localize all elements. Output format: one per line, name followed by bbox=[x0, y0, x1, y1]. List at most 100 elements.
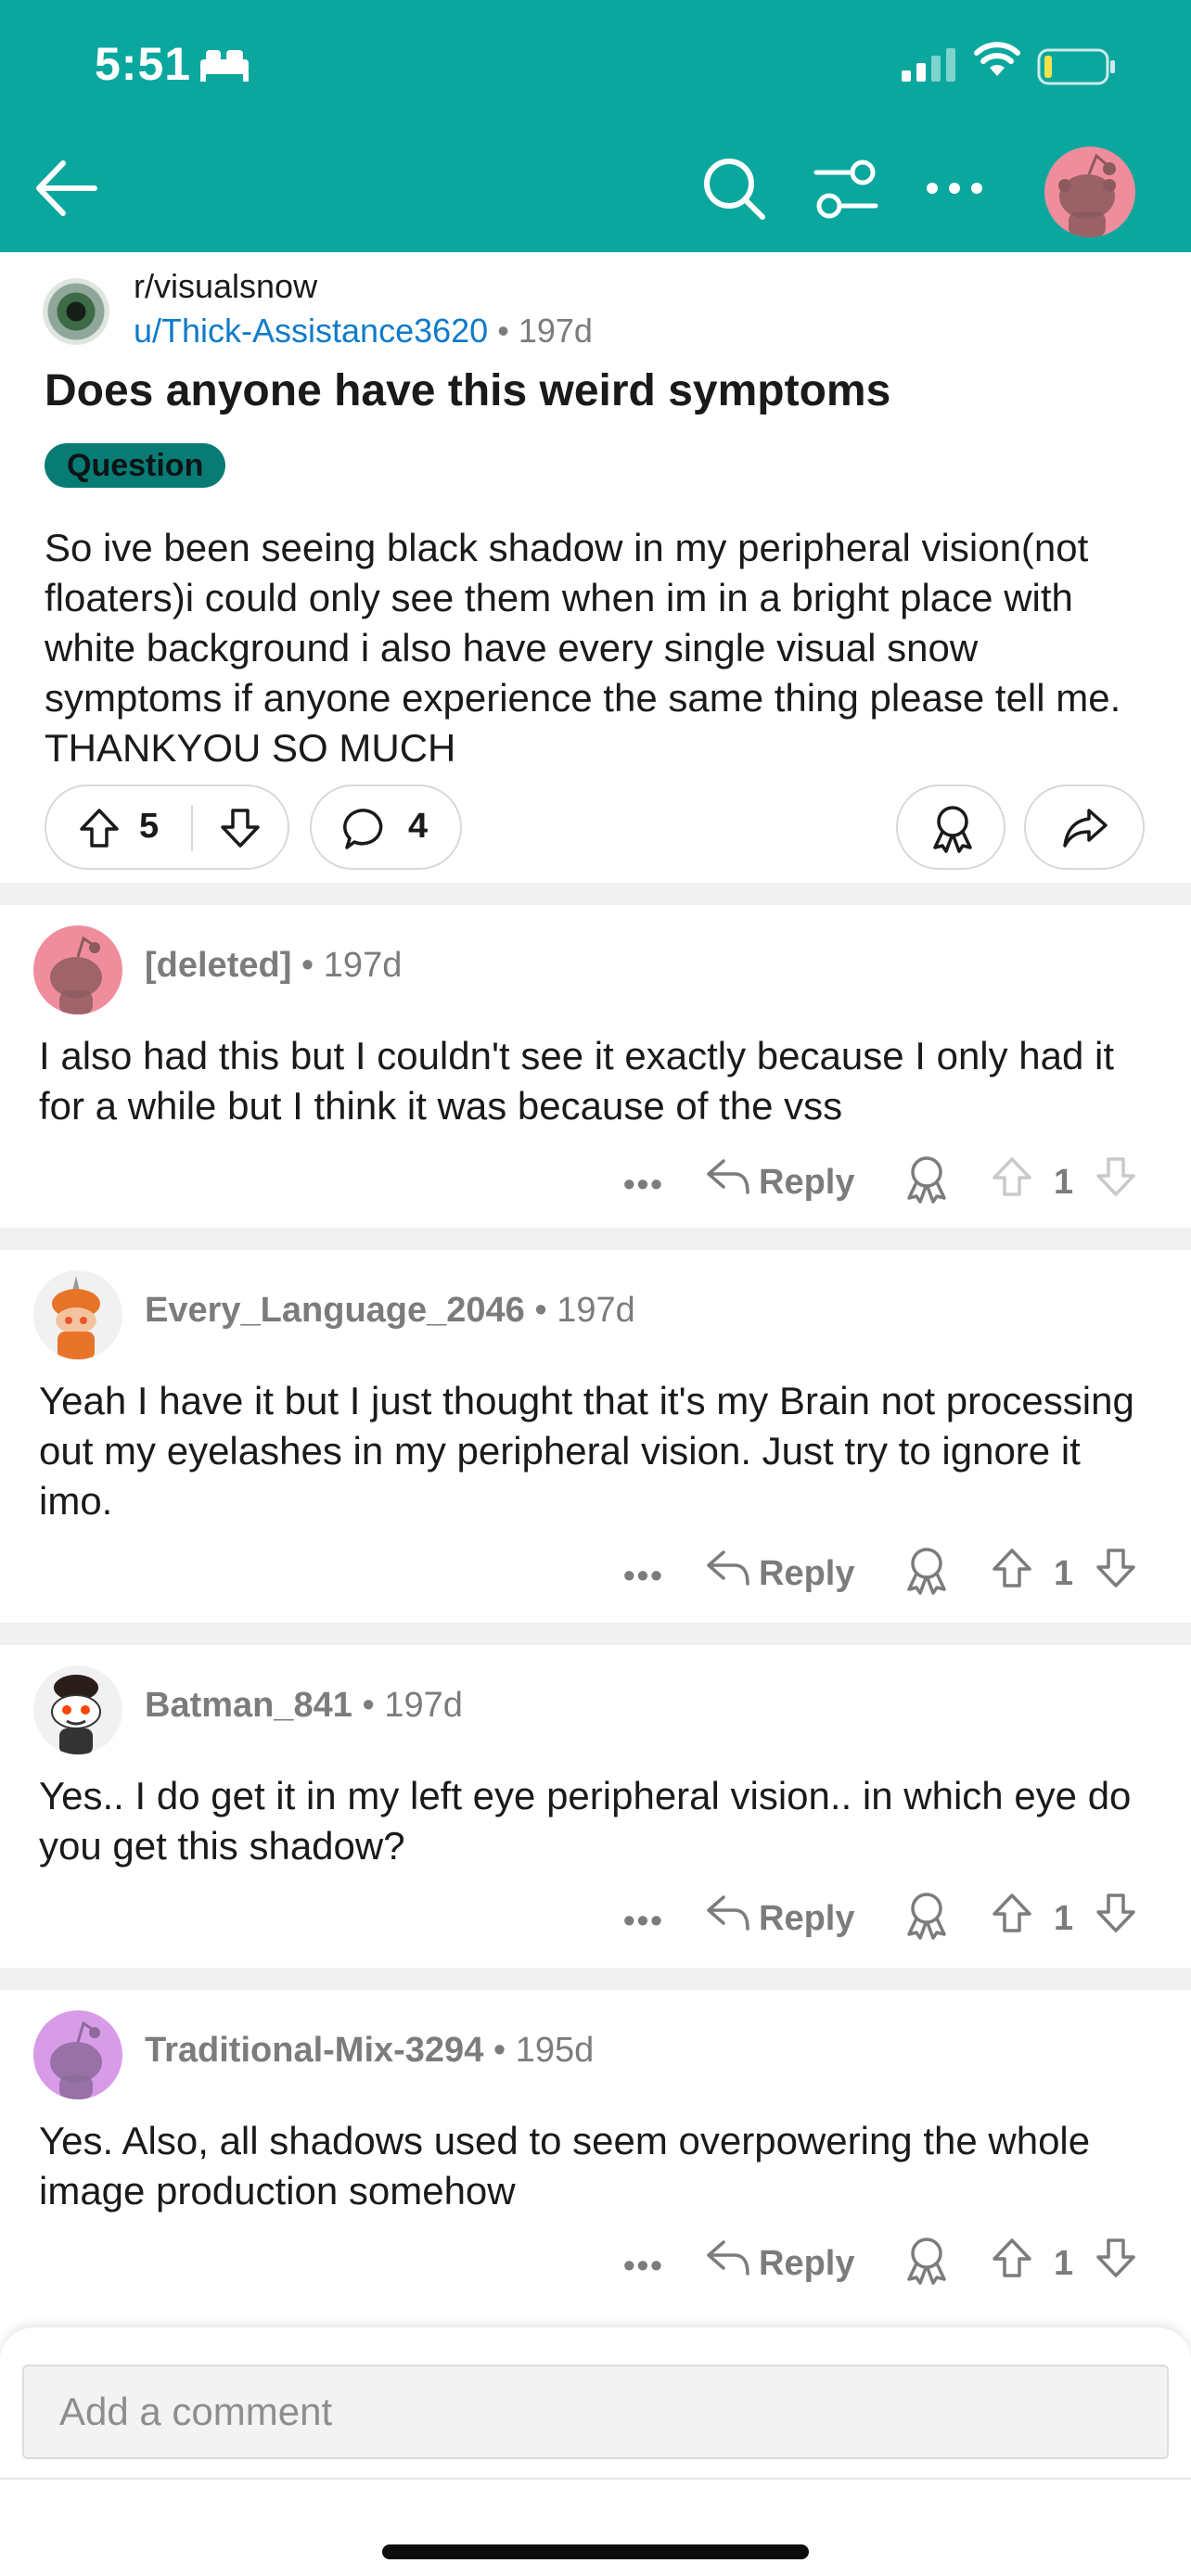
comment-body: Yes. Also, all shadows used to seem over… bbox=[39, 2119, 1091, 2213]
downvote-icon[interactable] bbox=[1095, 1892, 1137, 1934]
comment-body: Yes.. I do get it in my left eye periphe… bbox=[39, 1774, 1132, 1868]
comment: Traditional-Mix-3294 • 195d Yes. Also, a… bbox=[0, 1990, 1191, 2327]
comment-body: I also had this but I couldn't see it ex… bbox=[39, 1034, 1115, 1128]
reply-icon[interactable] bbox=[705, 1547, 751, 1589]
comment-actions: ••• Reply 1 bbox=[623, 1547, 1143, 1602]
comment-author[interactable]: Every_Language_2046 bbox=[145, 1291, 525, 1330]
comment-actions: ••• Reply 1 bbox=[623, 1892, 1143, 1947]
post-award-button[interactable] bbox=[896, 784, 1005, 870]
comment-age: 197d bbox=[557, 1291, 635, 1330]
post-title: Does anyone have this weird symptoms bbox=[45, 366, 891, 415]
reply-icon[interactable] bbox=[705, 1155, 751, 1198]
upvote-icon[interactable] bbox=[991, 1892, 1033, 1934]
post-card: r/visualsnow u/Thick-Assistance3620 • 19… bbox=[0, 252, 1191, 883]
sleep-mode-icon bbox=[200, 50, 249, 82]
more-icon[interactable] bbox=[924, 178, 985, 198]
comment-avatar[interactable] bbox=[33, 1665, 122, 1754]
comment-body: Yeah I have it but I just thought that i… bbox=[39, 1379, 1134, 1523]
comment-actions: ••• Reply 1 bbox=[623, 2237, 1143, 2292]
more-options-button[interactable]: ••• bbox=[623, 1901, 664, 1940]
home-indicator[interactable] bbox=[382, 2544, 809, 2559]
comment-meta: [deleted] • 197d bbox=[145, 946, 402, 986]
back-arrow-icon[interactable] bbox=[33, 158, 98, 219]
comment-score: 1 bbox=[1054, 1163, 1074, 1202]
top-bar: 5:51 bbox=[0, 0, 1191, 252]
downvote-icon[interactable] bbox=[1095, 1155, 1137, 1198]
upvote-icon[interactable] bbox=[991, 2237, 1033, 2279]
upvote-icon[interactable] bbox=[991, 1547, 1033, 1589]
post-comment-count: 4 bbox=[408, 807, 429, 846]
add-comment-input[interactable]: Add a comment bbox=[22, 2365, 1169, 2459]
post-share-button[interactable] bbox=[1024, 784, 1145, 870]
subreddit-avatar[interactable] bbox=[43, 278, 109, 345]
comment-age: 197d bbox=[323, 946, 403, 985]
post-vote-control: 5 bbox=[45, 784, 289, 870]
comment-avatar[interactable] bbox=[33, 2010, 122, 2099]
comment-actions: ••• Reply 1 bbox=[623, 1155, 1143, 1211]
reply-icon[interactable] bbox=[705, 1892, 751, 1934]
comment-author[interactable]: Batman_841 bbox=[145, 1686, 352, 1725]
comment-age: 195d bbox=[515, 2031, 595, 2070]
comment-meta: Batman_841 • 197d bbox=[145, 1686, 463, 1726]
section-divider bbox=[0, 1623, 1191, 1645]
separator-dot: • bbox=[534, 1291, 547, 1330]
vote-divider bbox=[191, 805, 193, 851]
search-icon[interactable] bbox=[701, 156, 768, 223]
comment-score: 1 bbox=[1054, 2244, 1074, 2283]
snoo-avatar-icon bbox=[52, 1276, 100, 1359]
comment-avatar[interactable] bbox=[33, 1270, 122, 1359]
post-flair[interactable]: Question bbox=[45, 443, 226, 488]
status-time: 5:51 bbox=[95, 38, 192, 90]
award-icon[interactable] bbox=[903, 1155, 950, 1204]
composer-divider bbox=[0, 2478, 1191, 2480]
post-body: So ive been seeing black shadow in my pe… bbox=[45, 526, 1121, 770]
post-score: 5 bbox=[139, 807, 160, 846]
user-avatar[interactable] bbox=[1044, 147, 1135, 237]
separator-dot: • bbox=[301, 946, 314, 985]
filter-icon[interactable] bbox=[813, 159, 879, 221]
comment-composer-bar: Add a comment bbox=[0, 2327, 1191, 2576]
downvote-icon[interactable] bbox=[219, 807, 262, 849]
award-icon[interactable] bbox=[903, 1547, 950, 1595]
award-icon[interactable] bbox=[903, 1892, 950, 1940]
reply-icon[interactable] bbox=[705, 2237, 751, 2279]
section-divider bbox=[0, 883, 1191, 905]
reply-button[interactable]: Reply bbox=[759, 1163, 854, 1203]
more-options-button[interactable]: ••• bbox=[623, 2246, 664, 2285]
separator-dot: • bbox=[497, 312, 509, 350]
more-options-button[interactable]: ••• bbox=[623, 1556, 664, 1595]
comment: Batman_841 • 197d Yes.. I do get it in m… bbox=[0, 1645, 1191, 1968]
more-options-button[interactable]: ••• bbox=[623, 1165, 664, 1204]
comment-score: 1 bbox=[1054, 1899, 1074, 1938]
battery-icon bbox=[1037, 48, 1115, 85]
post-author[interactable]: u/Thick-Assistance3620 bbox=[134, 312, 488, 350]
comment: Every_Language_2046 • 197d Yeah I have i… bbox=[0, 1250, 1191, 1623]
comment-age: 197d bbox=[384, 1686, 463, 1725]
upvote-icon[interactable] bbox=[78, 807, 121, 849]
cellular-signal-icon bbox=[902, 48, 955, 82]
upvote-icon[interactable] bbox=[991, 1155, 1033, 1198]
separator-dot: • bbox=[493, 2031, 506, 2070]
reply-button[interactable]: Reply bbox=[759, 1554, 854, 1594]
comment-bubble-icon bbox=[343, 809, 383, 849]
comment-avatar[interactable] bbox=[33, 925, 122, 1014]
reply-button[interactable]: Reply bbox=[759, 2244, 854, 2284]
comment-author[interactable]: [deleted] bbox=[145, 946, 291, 985]
snoo-avatar-icon bbox=[1058, 153, 1116, 237]
section-divider bbox=[0, 1968, 1191, 1990]
comment-meta: Every_Language_2046 • 197d bbox=[145, 1291, 635, 1331]
comment-author[interactable]: Traditional-Mix-3294 bbox=[145, 2031, 483, 2070]
share-icon bbox=[1063, 809, 1108, 848]
downvote-icon[interactable] bbox=[1095, 1547, 1137, 1589]
snoo-avatar-icon bbox=[50, 936, 102, 1014]
award-icon[interactable] bbox=[903, 2237, 950, 2285]
post-comments-button[interactable]: 4 bbox=[310, 784, 462, 870]
award-icon bbox=[933, 806, 972, 853]
wifi-icon bbox=[974, 42, 1020, 76]
comment-score: 1 bbox=[1054, 1554, 1074, 1593]
downvote-icon[interactable] bbox=[1095, 2237, 1137, 2279]
reply-button[interactable]: Reply bbox=[759, 1899, 854, 1939]
comment-meta: Traditional-Mix-3294 • 195d bbox=[145, 2031, 594, 2071]
subreddit-name[interactable]: r/visualsnow bbox=[134, 267, 317, 306]
comment: [deleted] • 197d I also had this but I c… bbox=[0, 905, 1191, 1228]
